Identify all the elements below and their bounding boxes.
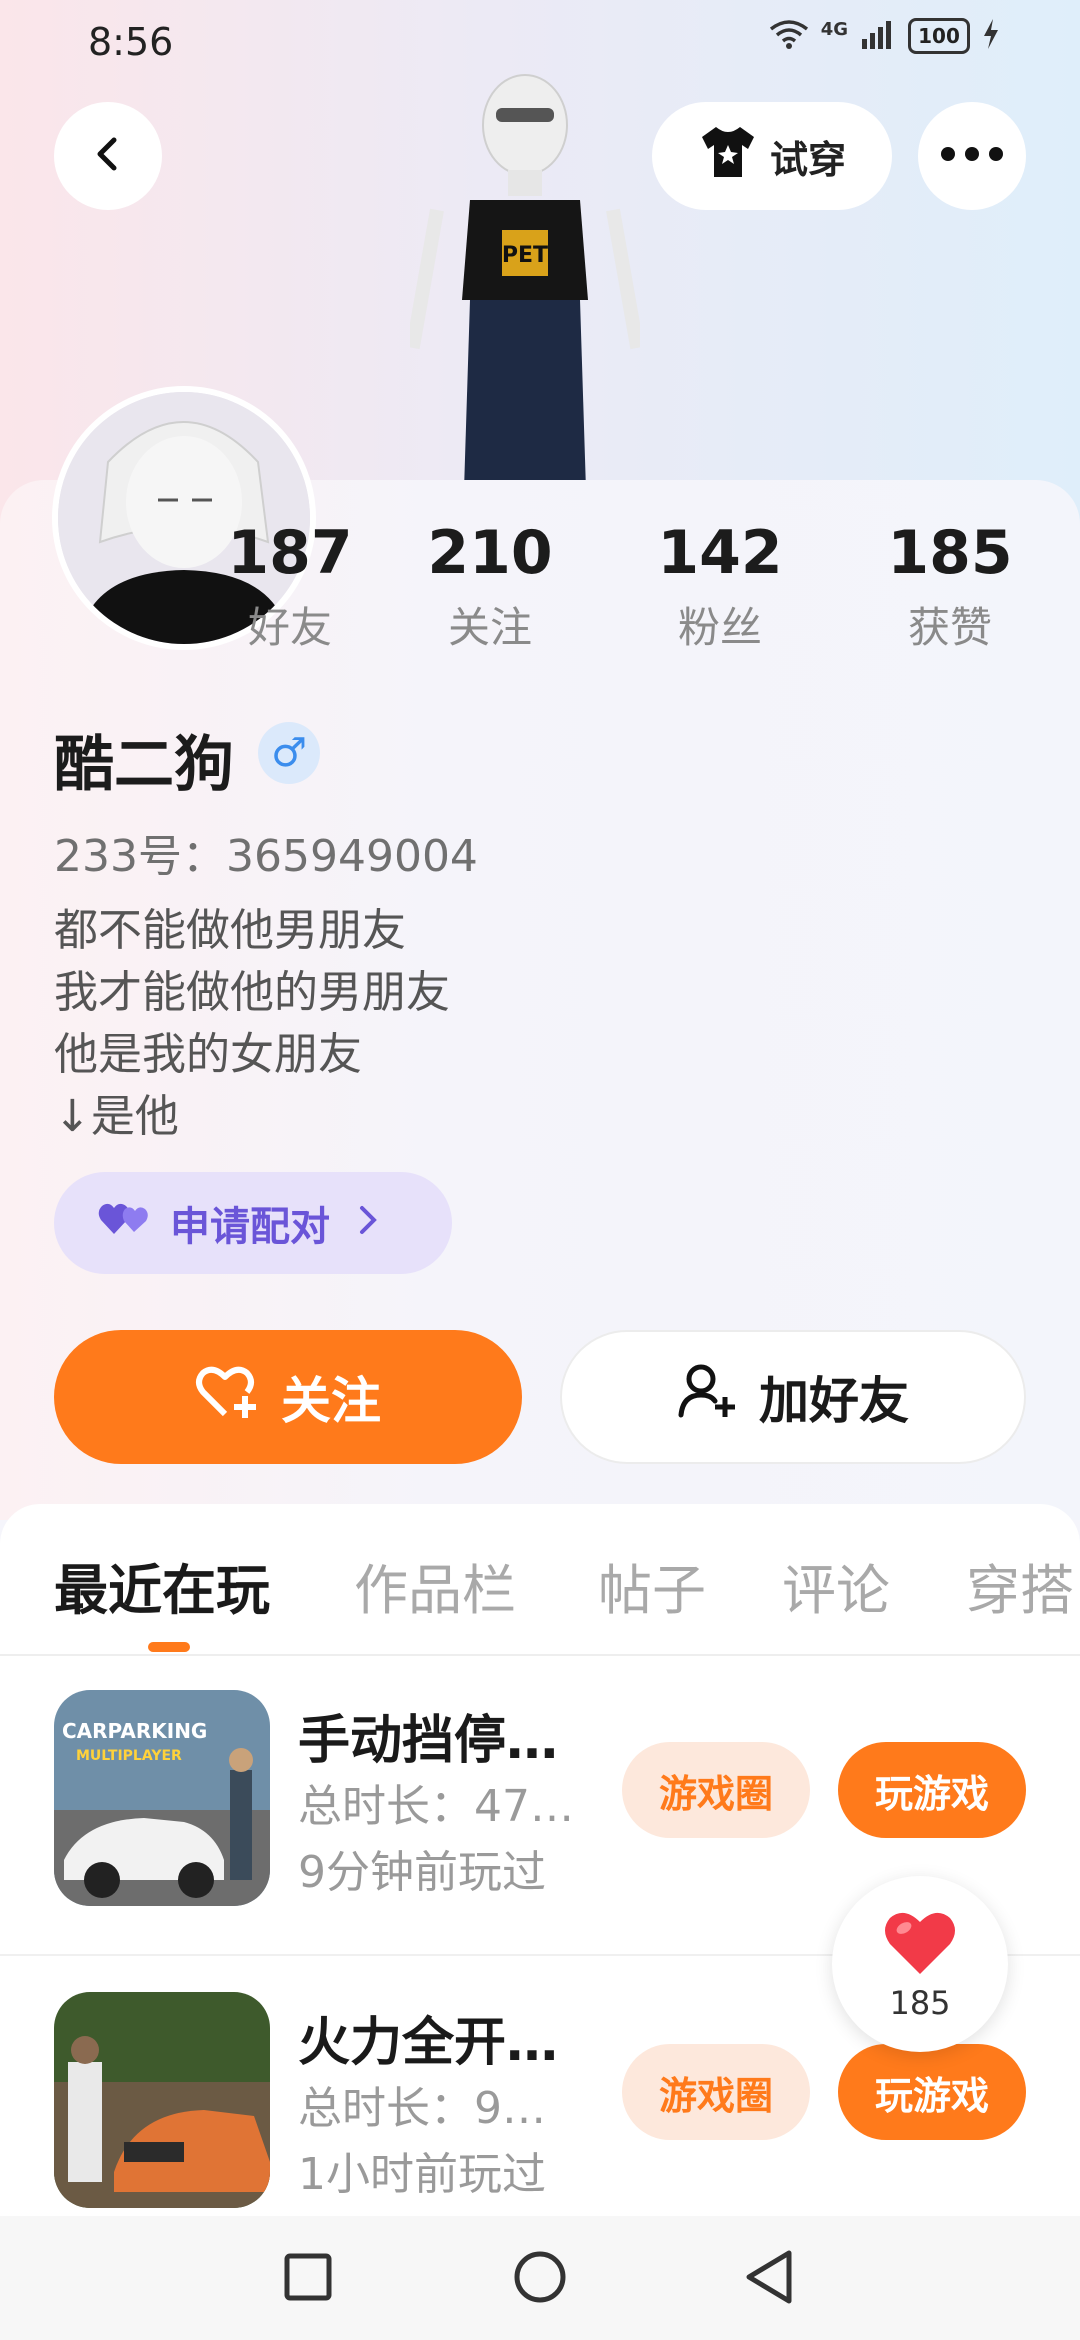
- bio-line: 我才能做他的男朋友: [54, 967, 450, 1018]
- hearts-icon: [98, 1198, 152, 1248]
- chevron-right-icon: [358, 1200, 378, 1246]
- game-duration: 总时长：47…: [298, 1781, 574, 1832]
- tab-recent-play[interactable]: 最近在玩: [54, 1546, 270, 1625]
- status-bar: 8:56 4G 100: [0, 0, 1080, 80]
- game-last-played: 9分钟前玩过: [298, 1847, 546, 1898]
- add-friend-label: 加好友: [759, 1372, 909, 1430]
- battery-indicator: 100: [908, 18, 970, 54]
- stat-likes-label: 获赞: [907, 603, 992, 652]
- add-user-icon: [677, 1363, 737, 1431]
- bio-line: 他是我的女朋友: [54, 1029, 362, 1080]
- heart-icon: [880, 1906, 960, 1982]
- tab-comments[interactable]: 评论: [782, 1546, 890, 1625]
- game-last-played: 1小时前玩过: [298, 2149, 546, 2200]
- stat-fans-label: 粉丝: [677, 603, 762, 652]
- tab-outfits[interactable]: 穿搭: [966, 1546, 1074, 1625]
- game-thumbnail[interactable]: CARPARKING MULTIPLAYER: [54, 1690, 270, 1906]
- profile-tabs: 最近在玩 作品栏 帖子 评论 穿搭: [0, 1504, 1080, 1656]
- recent-apps-button[interactable]: [273, 2244, 343, 2314]
- play-game-button[interactable]: 玩游戏: [838, 1742, 1026, 1838]
- signal-icon: [860, 19, 896, 53]
- stat-friends[interactable]: 187 好友: [190, 518, 390, 655]
- stat-likes-value: 185: [887, 518, 1013, 588]
- system-nav-bar: [0, 2216, 1080, 2340]
- follow-button[interactable]: 关注: [54, 1330, 522, 1464]
- add-friend-button[interactable]: 加好友: [560, 1330, 1026, 1464]
- game-title: 手动挡停…: [298, 1711, 559, 1771]
- thumb-title-line-2: MULTIPLAYER: [76, 1748, 182, 1764]
- like-count: 185: [889, 1984, 951, 2022]
- male-icon: ♂: [258, 722, 320, 784]
- square-icon: [283, 2252, 333, 2306]
- apply-match-label: 申请配对: [170, 1204, 330, 1250]
- try-on-label: 试穿: [769, 137, 846, 182]
- triangle-back-icon: [743, 2249, 795, 2309]
- stat-following-value: 210: [427, 518, 553, 588]
- bio-line: 都不能做他男朋友: [54, 905, 406, 956]
- game-thumbnail[interactable]: [54, 1992, 270, 2208]
- stat-likes[interactable]: 185 获赞: [850, 518, 1050, 655]
- stat-friends-label: 好友: [247, 603, 332, 652]
- status-icons: 4G 100: [769, 18, 1000, 54]
- profile-name: 酷二狗: [54, 730, 234, 800]
- back-nav-button[interactable]: [734, 2244, 804, 2314]
- svg-text:PET: PET: [502, 243, 548, 268]
- back-button[interactable]: [54, 102, 162, 210]
- follow-label: 关注: [281, 1372, 381, 1430]
- wifi-icon: [769, 19, 809, 53]
- charging-icon: [982, 19, 1000, 53]
- avatar-3d-figure: PET: [405, 70, 645, 490]
- tshirt-icon: [698, 125, 758, 188]
- status-time: 8:56: [88, 20, 174, 64]
- game-title: 火力全开…: [298, 2013, 559, 2073]
- game-duration: 总时长：9…: [298, 2083, 546, 2134]
- stat-fans[interactable]: 142 粉丝: [620, 518, 820, 655]
- tab-works[interactable]: 作品栏: [354, 1546, 516, 1625]
- more-dots-icon: [940, 146, 1004, 166]
- profile-uid: 233号：365949004: [54, 831, 478, 882]
- home-button[interactable]: [505, 2244, 575, 2314]
- heart-plus-icon: [195, 1362, 259, 1432]
- thumb-title-line-1: CARPARKING: [62, 1719, 207, 1743]
- tab-posts[interactable]: 帖子: [598, 1546, 706, 1625]
- stat-following[interactable]: 210 关注: [390, 518, 590, 655]
- profile-bio: 都不能做他男朋友 我才能做他的男朋友 他是我的女朋友 ↓是他: [54, 900, 450, 1148]
- apply-match-button[interactable]: 申请配对: [54, 1172, 452, 1274]
- bio-line: ↓是他: [54, 1091, 179, 1142]
- stat-friends-value: 187: [227, 518, 353, 588]
- stat-following-label: 关注: [447, 603, 532, 652]
- try-on-button[interactable]: 试穿: [652, 102, 892, 210]
- network-type: 4G: [820, 18, 848, 40]
- circle-icon: [512, 2249, 568, 2309]
- stat-fans-value: 142: [657, 518, 783, 588]
- more-options-button[interactable]: [918, 102, 1026, 210]
- play-game-button[interactable]: 玩游戏: [838, 2044, 1026, 2140]
- like-button[interactable]: 185: [832, 1876, 1008, 2052]
- game-circle-button[interactable]: 游戏圈: [622, 2044, 810, 2140]
- game-circle-button[interactable]: 游戏圈: [622, 1742, 810, 1838]
- chevron-left-icon: [88, 134, 128, 178]
- active-tab-indicator: [148, 1642, 190, 1652]
